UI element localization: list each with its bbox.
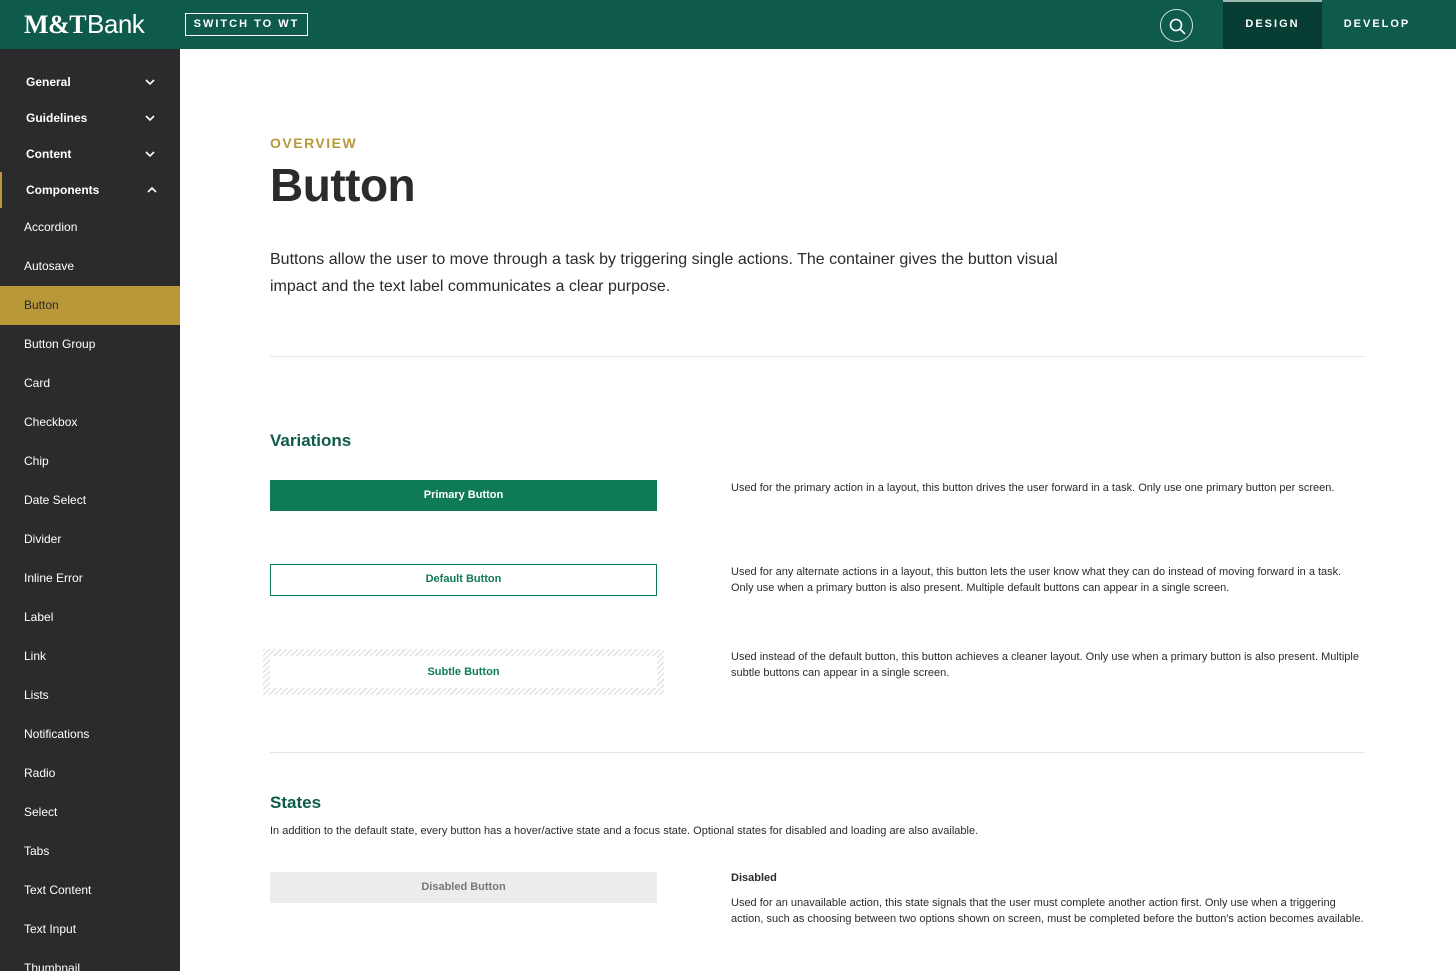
sidebar-item-divider[interactable]: Divider	[0, 520, 180, 559]
tab-develop[interactable]: DEVELOP	[1322, 0, 1432, 49]
sidebar-item-text-content[interactable]: Text Content	[0, 871, 180, 910]
chevron-down-icon	[145, 115, 155, 122]
sidebar-item-select[interactable]: Select	[0, 793, 180, 832]
sidebar-item-link[interactable]: Link	[0, 637, 180, 676]
overview-eyebrow: OVERVIEW	[270, 135, 358, 151]
sidebar-section-label: General	[26, 75, 71, 89]
sidebar-section-guidelines[interactable]: Guidelines	[0, 100, 180, 136]
top-header: M&TBank SWITCH TO WT DESIGN DEVELOP	[0, 0, 1456, 49]
sidebar-item-chip[interactable]: Chip	[0, 442, 180, 481]
sidebar-section-content[interactable]: Content	[0, 136, 180, 172]
sidebar-nav: General Guidelines Content Components Ac…	[0, 49, 180, 971]
sidebar-section-label: Content	[26, 147, 72, 161]
default-button-description: Used for any alternate actions in a layo…	[731, 566, 1342, 594]
chevron-down-icon	[145, 79, 155, 86]
primary-button-sample[interactable]: Primary Button	[270, 480, 657, 511]
section-divider	[270, 356, 1365, 357]
sidebar-section-components[interactable]: Components	[0, 172, 180, 208]
sidebar-item-tabs[interactable]: Tabs	[0, 832, 180, 871]
disabled-state-description: Used for an unavailable action, this sta…	[731, 897, 1364, 925]
sidebar-item-thumbnail[interactable]: Thumbnail	[0, 949, 180, 971]
sidebar-section-label: Components	[26, 183, 100, 197]
variations-heading: Variations	[270, 431, 352, 450]
sidebar-section-label: Guidelines	[26, 111, 88, 125]
section-divider	[270, 752, 1365, 753]
sidebar-section-general[interactable]: General	[0, 64, 180, 100]
sidebar-item-checkbox[interactable]: Checkbox	[0, 403, 180, 442]
page-title: Button	[270, 159, 416, 211]
tab-design[interactable]: DESIGN	[1223, 0, 1322, 49]
sidebar-item-text-input[interactable]: Text Input	[0, 910, 180, 949]
sidebar-item-date-select[interactable]: Date Select	[0, 481, 180, 520]
sidebar-item-notifications[interactable]: Notifications	[0, 715, 180, 754]
disabled-state-title: Disabled	[731, 872, 777, 884]
sidebar-item-inline-error[interactable]: Inline Error	[0, 559, 180, 598]
switch-to-wt-button[interactable]: SWITCH TO WT	[185, 13, 308, 36]
logo-mark: M&T	[24, 10, 87, 39]
sidebar-item-label[interactable]: Label	[0, 598, 180, 637]
sidebar-item-button-group[interactable]: Button Group	[0, 325, 180, 364]
search-icon	[1169, 18, 1186, 35]
chevron-up-icon	[147, 186, 157, 193]
subtle-button-description: Used instead of the default button, this…	[731, 651, 1359, 679]
default-button-sample[interactable]: Default Button	[270, 564, 657, 596]
sidebar-item-card[interactable]: Card	[0, 364, 180, 403]
sidebar-item-lists[interactable]: Lists	[0, 676, 180, 715]
sidebar-item-accordion[interactable]: Accordion	[0, 208, 180, 247]
primary-button-description: Used for the primary action in a layout,…	[731, 482, 1335, 494]
sidebar-item-radio[interactable]: Radio	[0, 754, 180, 793]
sidebar-item-button[interactable]: Button	[0, 286, 180, 325]
subtle-button-sample[interactable]: Subtle Button	[270, 656, 657, 688]
disabled-button-sample: Disabled Button	[270, 872, 657, 903]
states-intro: In addition to the default state, every …	[270, 825, 979, 837]
chevron-down-icon	[145, 151, 155, 158]
search-button[interactable]	[1160, 9, 1193, 42]
logo-wordmark: Bank	[87, 9, 145, 39]
states-heading: States	[270, 793, 322, 812]
mt-bank-logo[interactable]: M&TBank	[24, 9, 145, 39]
sidebar-item-autosave[interactable]: Autosave	[0, 247, 180, 286]
intro-paragraph: Buttons allow the user to move through a…	[270, 251, 1058, 295]
